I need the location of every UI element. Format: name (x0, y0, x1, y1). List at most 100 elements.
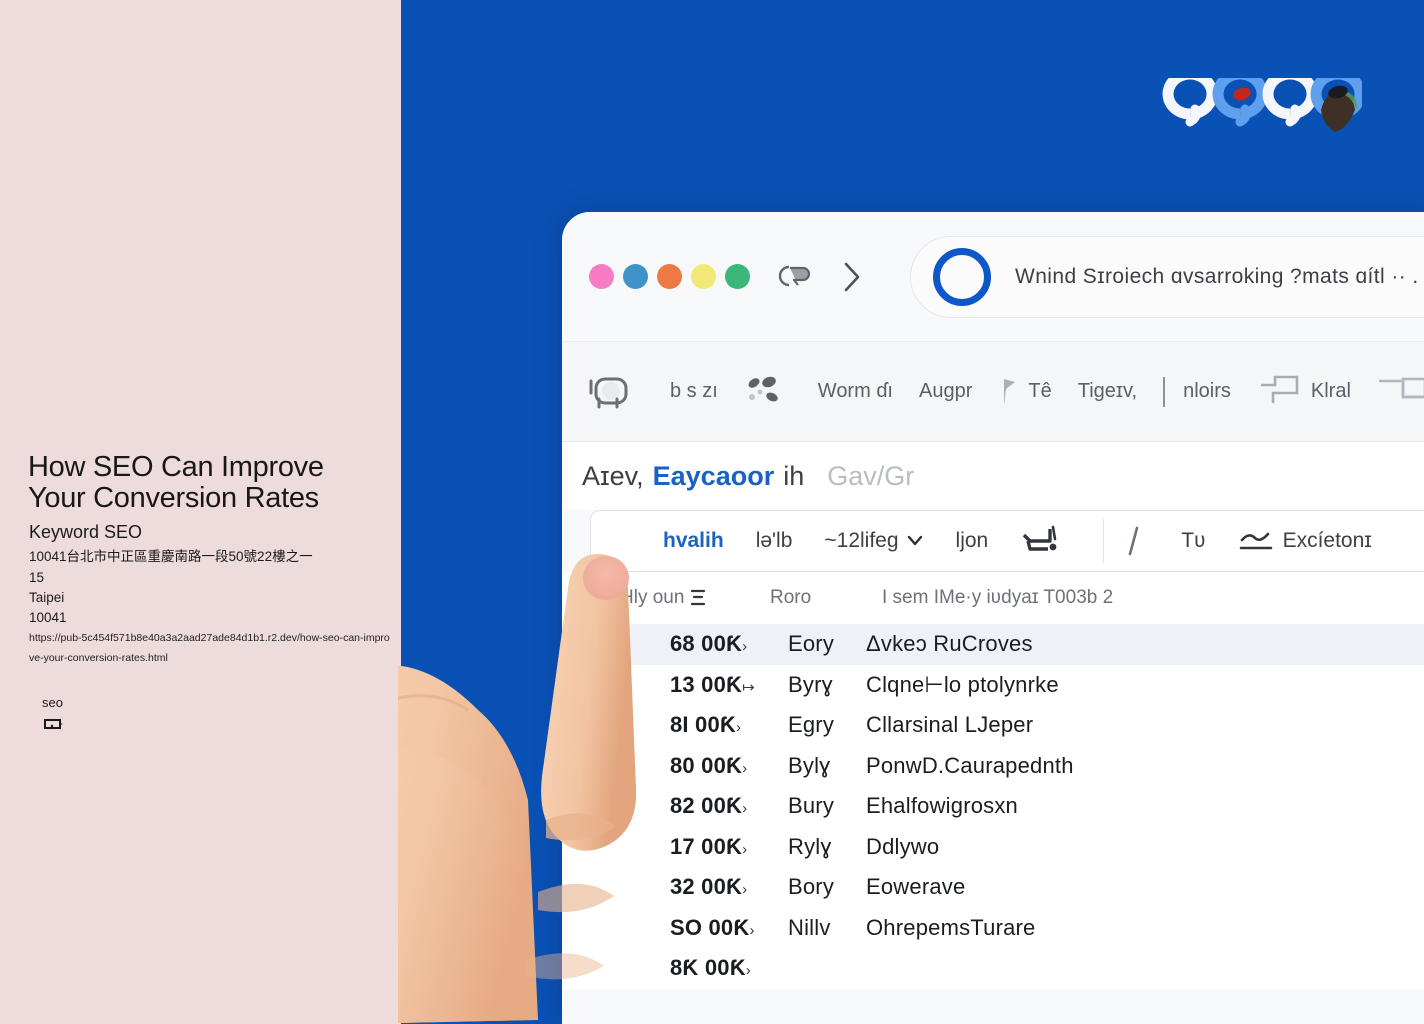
row-arrow-icon: ↦ (742, 678, 755, 696)
window-dot-green[interactable] (725, 264, 750, 289)
result-headline: Aɪev, Eaycaoor ih Gav/Gr (562, 442, 1424, 510)
cell-tag: Nillv (788, 914, 831, 940)
toolbar-item-label: Tigeɪv, (1077, 380, 1138, 402)
brand-logo (1162, 78, 1362, 132)
underline-arrow-icon (1239, 532, 1272, 550)
pointing-hand-image (398, 554, 637, 1023)
toolbar-item-wormdi[interactable]: Worm ɗı (818, 380, 919, 403)
row-arrow-icon: › (745, 962, 751, 980)
toolbar-item-label: Worm ɗı (817, 380, 893, 402)
column-header-roro[interactable]: Roro (770, 587, 882, 609)
toolbar-divider (1163, 376, 1166, 407)
filter-12lifeg[interactable]: ~12lifeg (824, 529, 955, 553)
toolbar-item-klral[interactable]: Klral (1257, 373, 1377, 411)
cell-tag: Bury (788, 793, 835, 819)
cart-icon (1023, 525, 1057, 551)
slash-icon (1128, 526, 1139, 556)
cell-tag: Eory (788, 631, 835, 657)
row-arrow-icon: › (742, 800, 748, 818)
window-dot-pink[interactable] (589, 264, 614, 289)
filter-slash[interactable] (1126, 524, 1181, 558)
row-arrow-icon: › (736, 719, 742, 737)
cell-desc: Δvkeɔ RuCroves (866, 631, 1033, 657)
scatter-dots-icon (748, 376, 778, 401)
cell-desc: Eowerave (866, 874, 966, 900)
row-arrow-icon: › (742, 840, 748, 858)
toolbar-item-label: b s zı (670, 380, 718, 402)
cell-desc: Ehalfowigrosxn (866, 793, 1018, 819)
filter-ljon[interactable]: ljon (956, 529, 1021, 553)
filter-cart[interactable] (1020, 523, 1103, 559)
toolbar-item-scatter[interactable] (744, 373, 818, 411)
search-ring-icon (933, 248, 991, 306)
filter-tv[interactable]: Tʋ (1181, 529, 1237, 553)
cell-tag: Bylɣ (788, 752, 831, 778)
row-arrow-icon: › (749, 921, 755, 939)
toolbar-item-tigeiv[interactable]: Tigeɪv, (1078, 380, 1163, 403)
chevron-right-icon[interactable] (839, 260, 863, 294)
rect-icon (1378, 377, 1424, 398)
flag-icon (1004, 378, 1016, 405)
cell-tag: Byrɣ (788, 671, 833, 697)
toolbar-item-label: Klral (1310, 380, 1351, 402)
cell-desc: Ddlywo (866, 833, 940, 859)
article-url[interactable]: https://pub-5c454f571b8e40a3a2aad27ade84… (29, 628, 393, 668)
toolbar-item-label: nloirs (1183, 380, 1231, 402)
window-controls[interactable] (589, 264, 750, 289)
cell-desc: Clqne⊢lo ptolynrke (866, 671, 1059, 697)
column-header-label: I sem IMe·y iʋdyaɪ T003b 2 (882, 587, 1114, 608)
meta-address: 10041台北市中正區重慶南路一段50號22樓之一 (29, 549, 313, 564)
filter-label: ~12lifeg (824, 529, 899, 552)
filter-label: Excíetonɪ (1282, 529, 1372, 552)
cell-tag: Rylɣ (788, 833, 832, 859)
filter-divider (1103, 519, 1105, 563)
meta-zip: 10041 (29, 610, 67, 625)
headline-muted: Gav/Gr (827, 460, 915, 491)
window-dot-blue[interactable] (623, 264, 648, 289)
filter-lelb[interactable]: lə'lb (756, 529, 825, 553)
filter-label: ljon (955, 529, 989, 552)
tag-label: seo (42, 695, 63, 710)
headline-prefix: Aɪev, (582, 460, 644, 491)
history-bubble-icon[interactable] (777, 264, 811, 290)
browser-toolbar[interactable]: b s zı Worm ɗı Augpr Tê Tigeɪv, nloirs K… (562, 342, 1424, 442)
window-dot-orange[interactable] (657, 264, 682, 289)
bracket-icon (1260, 375, 1299, 403)
headline-emphasis: Eaycaoor (652, 460, 775, 491)
chevron-down-icon (907, 535, 922, 546)
cell-tag: Egry (788, 712, 835, 738)
toolbar-item-label: Tê (1028, 380, 1052, 402)
browser-titlebar: Wnind Sɪroiech ɑvsarroking ?mats ɑítl ··… (562, 212, 1424, 342)
toolbar-item-te[interactable]: Tê (998, 373, 1077, 411)
toolbar-item-bszi[interactable]: b s zı (670, 380, 744, 403)
filter-excieton[interactable]: Excíetonɪ (1238, 528, 1404, 554)
omnibox-value: Wnind Sɪroiech ɑvsarroking ?mats ɑítl ··… (1015, 265, 1419, 288)
row-arrow-icon: › (742, 638, 748, 656)
toolbar-item-label: Augpr (919, 380, 973, 402)
column-header-label: Roro (770, 587, 812, 608)
cell-desc: OhrepemsTurare (866, 914, 1036, 940)
filter-label: lə'lb (755, 529, 793, 552)
toolbar-item-nloirs[interactable]: nloirs (1183, 380, 1257, 403)
row-arrow-icon: › (742, 881, 748, 899)
meta-city: Taipei (29, 590, 65, 605)
column-header-long[interactable]: I sem IMe·y iʋdyaɪ T003b 2 (882, 587, 1143, 609)
filter-label: Tʋ (1181, 529, 1206, 552)
left-panel: How SEO Can Improve Your Conversion Rate… (0, 0, 401, 1024)
tag-icon (44, 719, 63, 729)
omnibox[interactable]: Wnind Sɪroiech ɑvsarroking ?mats ɑítl ··… (910, 236, 1424, 318)
window-dot-yellow[interactable] (691, 264, 716, 289)
filter-bar[interactable]: hvalih lə'lb ~12lifeg ljon Tʋ Excíetonɪ (590, 510, 1424, 572)
article-subtitle: Keyword SEO (29, 522, 143, 542)
page-title: How SEO Can Improve Your Conversion Rate… (28, 451, 324, 514)
meta-number: 15 (29, 570, 45, 585)
screenshot-root: Wnind Sɪroiech ɑvsarroking ?mats ɑítl ··… (0, 0, 1424, 1024)
toolbar-item-grid[interactable] (584, 373, 670, 411)
cell-desc: Cllarsinal LJeper (866, 712, 1034, 738)
toolbar-item-augpr[interactable]: Augpr (919, 380, 998, 403)
toolbar-item-end[interactable] (1377, 373, 1424, 411)
rounded-square-icon (589, 377, 628, 408)
cell-desc: PonwD.Caurapednth (866, 752, 1074, 778)
headline-suffix: ih (783, 460, 805, 491)
cell-tag: Bory (788, 874, 835, 900)
